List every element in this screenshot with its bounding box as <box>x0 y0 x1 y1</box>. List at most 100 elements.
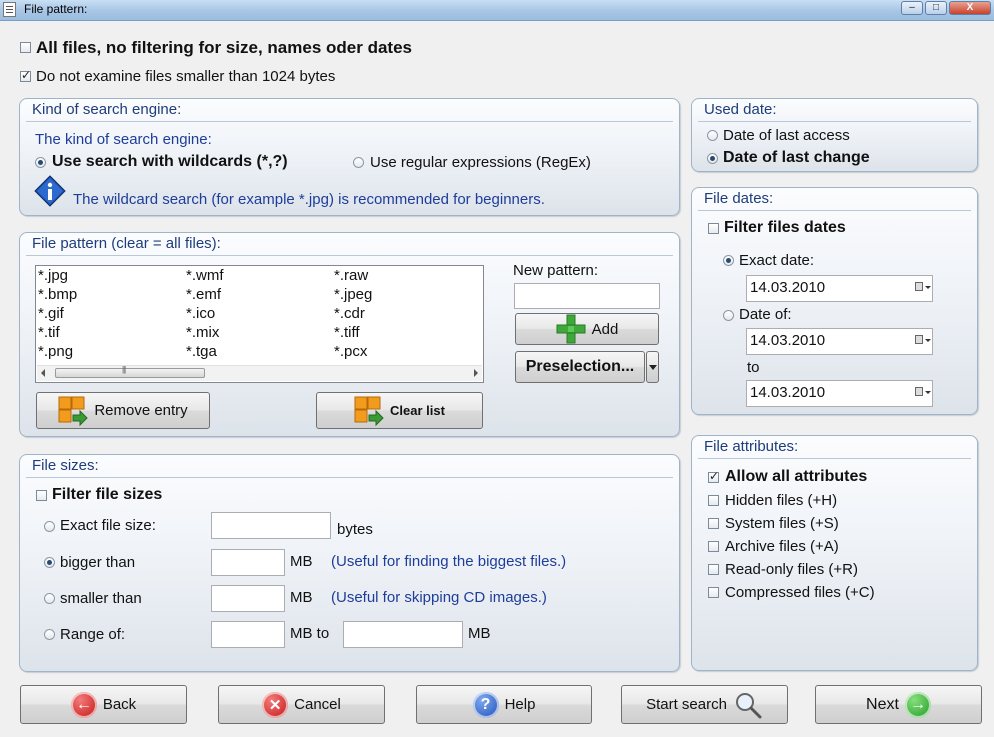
last-change-radio[interactable] <box>707 153 718 164</box>
file-dates-title: File dates: <box>704 190 774 207</box>
last-access-radio[interactable] <box>707 130 718 141</box>
back-button[interactable]: ← Back <box>20 685 187 724</box>
filter-dates-checkbox[interactable] <box>708 223 719 234</box>
help-label: Help <box>504 696 536 713</box>
list-item[interactable]: *.jpeg <box>334 286 372 303</box>
list-item[interactable]: *.wmf <box>186 267 224 284</box>
exact-size-label: Exact file size: <box>60 517 156 534</box>
range-label: Range of: <box>60 626 126 643</box>
scroll-thumb[interactable] <box>55 365 205 378</box>
readonly-checkbox[interactable] <box>708 564 719 575</box>
help-question-icon: ? <box>472 691 499 718</box>
min-size-label: Do not examine files smaller than 1024 b… <box>36 68 336 85</box>
filter-sizes-checkbox[interactable] <box>36 490 47 501</box>
cancel-button[interactable]: ✕ Cancel <box>218 685 385 724</box>
start-search-button[interactable]: Start search <box>621 685 788 724</box>
next-button[interactable]: Next → <box>815 685 982 724</box>
add-button[interactable]: Add <box>515 313 659 345</box>
document-icon <box>3 2 16 17</box>
list-item[interactable]: *.tga <box>186 343 217 360</box>
compressed-checkbox[interactable] <box>708 587 719 598</box>
exact-size-radio[interactable] <box>44 521 55 532</box>
all-files-checkbox[interactable] <box>20 42 31 53</box>
cancel-label: Cancel <box>294 696 341 713</box>
chevron-down-icon <box>648 364 657 370</box>
preselection-button[interactable]: Preselection... <box>515 351 645 383</box>
list-item[interactable]: *.cdr <box>334 305 365 322</box>
smaller-than-input[interactable] <box>211 585 285 612</box>
pattern-list[interactable]: *.jpg *.bmp *.gif *.tif *.png *.wmf *.em… <box>35 265 484 383</box>
preselection-dropdown[interactable] <box>646 351 659 383</box>
list-item[interactable]: *.raw <box>334 267 368 284</box>
start-search-label: Start search <box>646 696 727 713</box>
plus-icon <box>556 314 586 344</box>
range-end-unit: MB <box>468 625 491 642</box>
last-access-label: Date of last access <box>723 127 850 144</box>
list-item[interactable]: *.pcx <box>334 343 367 360</box>
archive-checkbox[interactable] <box>708 541 719 552</box>
list-item[interactable]: *.mix <box>186 324 219 341</box>
scroll-right-icon[interactable] <box>474 369 478 377</box>
back-label: Back <box>102 696 137 713</box>
system-label: System files (+S) <box>725 515 839 532</box>
exact-date-radio[interactable] <box>723 255 734 266</box>
cancel-x-icon: ✕ <box>262 691 289 718</box>
range-from-input[interactable] <box>211 621 285 648</box>
help-button[interactable]: ? Help <box>416 685 592 724</box>
close-button[interactable]: X <box>949 1 991 15</box>
next-arrow-icon: → <box>904 691 931 718</box>
hidden-checkbox[interactable] <box>708 495 719 506</box>
list-item[interactable]: *.gif <box>38 305 64 322</box>
clear-list-button[interactable]: Clear list <box>316 392 483 429</box>
bigger-than-radio[interactable] <box>44 557 55 568</box>
calendar-dropdown-icon[interactable] <box>915 335 931 346</box>
file-sizes-group: File sizes: Filter file sizes Exact file… <box>19 454 680 672</box>
archive-label: Archive files (+A) <box>725 538 839 555</box>
list-item[interactable]: *.png <box>38 343 73 360</box>
list-item[interactable]: *.jpg <box>38 267 68 284</box>
horizontal-scrollbar[interactable] <box>37 365 482 381</box>
list-item[interactable]: *.tiff <box>334 324 360 341</box>
exact-date-picker[interactable]: 14.03.2010 <box>746 275 933 302</box>
range-to-input[interactable] <box>343 621 463 648</box>
to-date-picker[interactable]: 14.03.2010 <box>746 380 933 407</box>
search-engine-group: Kind of search engine: The kind of searc… <box>19 98 680 216</box>
filter-sizes-label: Filter file sizes <box>52 486 163 503</box>
maximize-button[interactable]: □ <box>925 1 947 15</box>
new-pattern-input[interactable] <box>514 283 660 309</box>
remove-entry-button[interactable]: Remove entry <box>36 392 210 429</box>
hidden-label: Hidden files (+H) <box>725 492 838 509</box>
calendar-dropdown-icon[interactable] <box>915 282 931 293</box>
range-radio[interactable] <box>44 629 55 640</box>
all-files-label: All files, no filtering for size, names … <box>36 38 412 57</box>
title-bar: File pattern: – □ X <box>0 0 994 21</box>
allow-all-checkbox[interactable] <box>708 469 719 483</box>
next-label: Next <box>866 695 899 713</box>
range-mid-unit: MB to <box>290 625 330 642</box>
list-item[interactable]: *.tif <box>38 324 60 341</box>
bigger-than-input[interactable] <box>211 549 285 576</box>
to-date-value: 14.03.2010 <box>750 384 826 401</box>
wildcards-label: Use search with wildcards (*,?) <box>52 153 288 170</box>
date-of-radio[interactable] <box>723 310 734 321</box>
scroll-left-icon[interactable] <box>41 369 45 377</box>
exact-size-input[interactable] <box>211 512 331 539</box>
engine-prompt: The kind of search engine: <box>35 131 212 148</box>
min-size-checkbox[interactable] <box>20 68 31 82</box>
remove-entry-label: Remove entry <box>94 402 188 419</box>
minimize-button[interactable]: – <box>901 1 923 15</box>
to-label: to <box>747 359 760 376</box>
list-item[interactable]: *.emf <box>186 286 221 303</box>
wildcards-radio[interactable] <box>35 157 46 168</box>
from-date-picker[interactable]: 14.03.2010 <box>746 328 933 355</box>
exact-date-value: 14.03.2010 <box>750 279 826 296</box>
list-item[interactable]: *.ico <box>186 305 215 322</box>
calendar-dropdown-icon[interactable] <box>915 387 931 398</box>
list-item[interactable]: *.bmp <box>38 286 77 303</box>
regex-radio[interactable] <box>353 157 364 168</box>
regex-label: Use regular expressions (RegEx) <box>370 154 591 171</box>
smaller-than-radio[interactable] <box>44 593 55 604</box>
bigger-than-hint: (Useful for finding the biggest files.) <box>331 553 567 570</box>
system-checkbox[interactable] <box>708 518 719 529</box>
used-date-group: Used date: Date of last access Date of l… <box>691 98 978 172</box>
